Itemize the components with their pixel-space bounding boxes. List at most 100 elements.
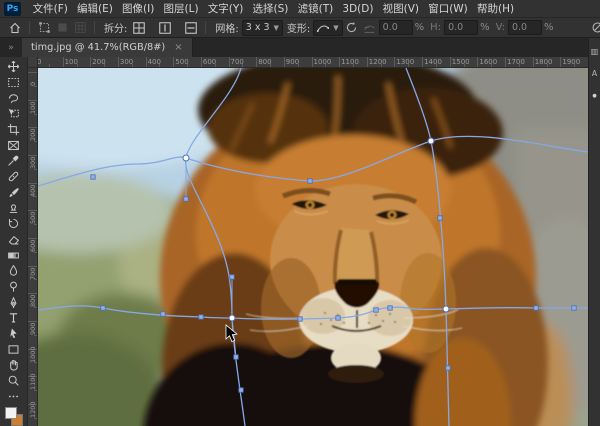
ruler-tick: [422, 57, 423, 68]
shape-tool[interactable]: [2, 341, 26, 357]
warp-control-handle[interactable]: [336, 316, 340, 320]
warp-control-handle[interactable]: [101, 306, 105, 310]
ruler-tick-minor: [34, 224, 37, 225]
menu-item-10[interactable]: 帮助(H): [472, 0, 518, 18]
ruler-label: 1700: [507, 58, 525, 66]
menu-item-4[interactable]: 文字(Y): [203, 0, 248, 18]
transform-bounds-icon[interactable]: [35, 20, 53, 36]
warp-anchor-point[interactable]: [443, 306, 449, 312]
clone-stamp-tool[interactable]: [2, 200, 26, 216]
menu-item-1[interactable]: 编辑(E): [72, 0, 117, 18]
ruler-tick: [560, 57, 561, 68]
foreground-color-swatch[interactable]: [5, 407, 17, 419]
custom-warp-icon: [317, 23, 329, 33]
lasso-tool-icon: [7, 92, 20, 105]
menu-item-6[interactable]: 滤镜(T): [293, 0, 338, 18]
menu-item-0[interactable]: 文件(F): [28, 0, 72, 18]
blur-tool[interactable]: [2, 263, 26, 279]
object-selection-tool[interactable]: [2, 106, 26, 122]
more-tools[interactable]: [2, 388, 26, 404]
warp-control-handle[interactable]: [199, 315, 203, 319]
ruler-tick: [28, 266, 38, 267]
home-icon[interactable]: [6, 20, 24, 36]
document-tab[interactable]: timg.jpg @ 41.7%(RGB/8#) ×: [22, 38, 193, 57]
menu-item-3[interactable]: 图层(L): [159, 0, 203, 18]
warp-control-handle[interactable]: [388, 306, 392, 310]
grid-size-select[interactable]: 3 x 3 ▼: [242, 20, 283, 36]
marquee-tool[interactable]: [2, 75, 26, 91]
split-vertical-icon[interactable]: [156, 20, 174, 36]
h-input[interactable]: 0.0: [444, 20, 478, 35]
eraser-tool[interactable]: [2, 232, 26, 248]
color-swatches[interactable]: [4, 406, 24, 424]
type-tool[interactable]: [2, 310, 26, 326]
menu-item-7[interactable]: 3D(D): [338, 0, 378, 18]
warp-control-handle[interactable]: [298, 317, 302, 321]
warp-control-handle[interactable]: [161, 312, 165, 316]
clone-stamp-tool-icon: [7, 202, 20, 215]
eyedropper-tool[interactable]: [2, 153, 26, 169]
hand-tool[interactable]: [2, 357, 26, 373]
cancel-transform-icon[interactable]: [588, 20, 600, 36]
warp-anchor-point[interactable]: [183, 155, 189, 161]
move-tool[interactable]: [2, 59, 26, 75]
object-selection-tool-icon: [7, 107, 20, 120]
warp-control-handle[interactable]: [184, 197, 188, 201]
warp-anchor-point[interactable]: [428, 138, 434, 144]
menu-item-5[interactable]: 选择(S): [248, 0, 293, 18]
warp-control-handle[interactable]: [239, 388, 243, 392]
lasso-tool[interactable]: [2, 90, 26, 106]
separator: [94, 21, 95, 34]
ruler-tick: [394, 57, 395, 68]
panel-dock-strip[interactable]: ▥ A ●: [588, 38, 600, 426]
warp-anchor-icon: [53, 20, 71, 36]
warp-anchor-point[interactable]: [229, 315, 235, 321]
warp-style-select[interactable]: ▼: [313, 20, 342, 36]
ruler-label: 600: [203, 58, 216, 66]
lion-image[interactable]: [38, 68, 588, 426]
menu-item-9[interactable]: 窗口(W): [424, 0, 473, 18]
healing-brush-tool[interactable]: [2, 169, 26, 185]
tab-overflow-icon[interactable]: »: [0, 38, 22, 57]
close-icon[interactable]: ×: [174, 42, 182, 53]
bend-input[interactable]: 0.0: [379, 20, 413, 35]
warp-control-handle[interactable]: [374, 308, 378, 312]
warp-orientation-icon[interactable]: [343, 20, 361, 36]
ruler-corner[interactable]: [28, 57, 38, 68]
photoshop-logo-icon[interactable]: Ps: [4, 2, 21, 16]
menu-item-2[interactable]: 图像(I): [117, 0, 158, 18]
vertical-ruler[interactable]: 0100200300400500600700800900100011001200: [28, 68, 38, 426]
warp-control-handle[interactable]: [534, 306, 538, 310]
ruler-label: 1300: [396, 58, 414, 66]
zoom-tool[interactable]: [2, 373, 26, 389]
warp-control-handle[interactable]: [230, 275, 234, 279]
split-label: 拆分:: [104, 20, 127, 35]
canvas-area[interactable]: [38, 68, 588, 426]
history-brush-tool[interactable]: [2, 216, 26, 232]
warp-control-handle[interactable]: [308, 179, 312, 183]
gradient-tool[interactable]: [2, 247, 26, 263]
ruler-tick: [339, 57, 340, 68]
split-crosswise-icon[interactable]: [130, 20, 148, 36]
warp-control-handle[interactable]: [91, 175, 95, 179]
warp-control-handle[interactable]: [572, 306, 576, 310]
ruler-tick: [505, 57, 506, 68]
v-input[interactable]: 0.0: [508, 20, 542, 35]
warp-control-handle[interactable]: [446, 366, 450, 370]
ruler-label: 1500: [452, 58, 470, 66]
split-horizontal-icon[interactable]: [182, 20, 200, 36]
warp-control-handle[interactable]: [438, 216, 442, 220]
menu-item-8[interactable]: 视图(V): [378, 0, 424, 18]
ruler-label: 1000: [314, 58, 332, 66]
zoom-tool-icon: [7, 374, 20, 387]
crop-tool[interactable]: [2, 122, 26, 138]
panel-icon[interactable]: ▥: [591, 48, 599, 56]
tools-panel: [0, 57, 28, 426]
dodge-tool[interactable]: [2, 279, 26, 295]
pen-tool[interactable]: [2, 294, 26, 310]
frame-tool[interactable]: [2, 137, 26, 153]
horizontal-ruler[interactable]: 0100200300400500600700800900100011001200…: [38, 57, 588, 68]
warp-control-handle[interactable]: [234, 355, 238, 359]
path-select-tool[interactable]: [2, 326, 26, 342]
brush-tool[interactable]: [2, 185, 26, 201]
